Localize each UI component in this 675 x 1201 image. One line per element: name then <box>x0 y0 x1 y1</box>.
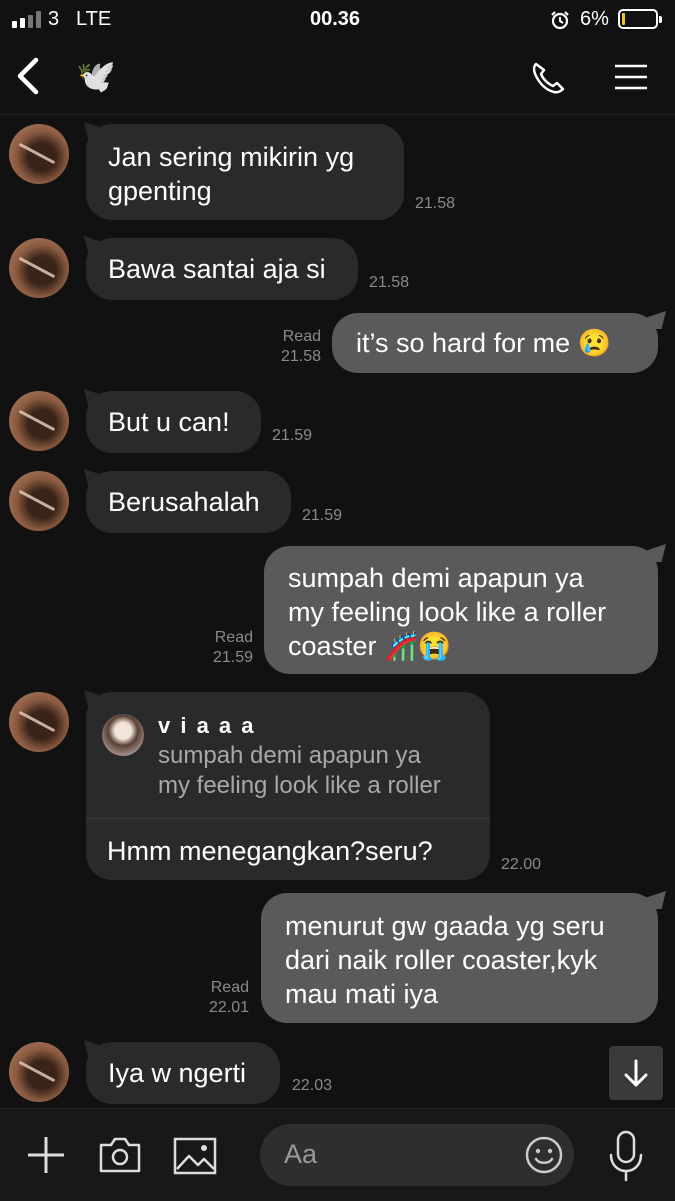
message-text: Bawa santai aja si <box>108 254 326 284</box>
message-time: 22.00 <box>501 856 542 873</box>
read-receipt: Read 21.59 <box>212 629 253 666</box>
battery-percent: 6% <box>580 8 609 30</box>
network-label: LTE <box>76 8 112 30</box>
menu-button[interactable] <box>614 62 648 92</box>
chevron-left-icon <box>17 57 39 95</box>
contact-avatar[interactable] <box>9 471 69 531</box>
contact-avatar[interactable] <box>9 391 69 451</box>
microphone-icon <box>609 1130 643 1182</box>
message-bubble-outgoing[interactable]: menurut gw gaada yg seru dari naik rolle… <box>261 893 658 1023</box>
call-button[interactable] <box>528 58 568 98</box>
voice-button[interactable] <box>606 1129 646 1183</box>
battery-icon <box>618 9 662 29</box>
phone-icon <box>532 62 565 94</box>
reply-quote: sumpah demi apapun ya my feeling look li… <box>158 742 441 799</box>
alarm-icon <box>550 10 570 35</box>
message-bubble-outgoing[interactable]: it’s so hard for me 😢 <box>332 313 658 373</box>
emoji-button[interactable] <box>524 1135 564 1175</box>
contact-avatar[interactable] <box>9 1042 69 1102</box>
message-text: But u can! <box>108 407 230 437</box>
hamburger-icon <box>615 64 647 90</box>
message-text: dari naik roller coaster,kyk <box>285 945 598 975</box>
contact-avatar[interactable] <box>9 124 69 184</box>
arrow-down-icon <box>624 1059 648 1087</box>
contact-avatar[interactable] <box>9 692 69 752</box>
back-button[interactable] <box>10 54 46 98</box>
message-time: 21.58 <box>415 195 456 212</box>
input-placeholder: Aa <box>284 1139 318 1169</box>
message-bubble-incoming[interactable]: Berusahalah <box>86 471 291 533</box>
message-text: Berusahalah <box>108 487 260 517</box>
message-time: 21.59 <box>272 427 313 444</box>
message-bubble-incoming[interactable]: Bawa santai aja si <box>86 238 358 300</box>
message-time: 22.03 <box>292 1077 333 1094</box>
reply-sender-name: v i a a a <box>158 713 256 738</box>
gallery-button[interactable] <box>173 1137 217 1175</box>
composer-bar: Aa <box>0 1108 675 1201</box>
message-bubble-incoming[interactable]: But u can! <box>86 391 261 453</box>
message-text: gpenting <box>108 176 212 206</box>
status-bar: 3 LTE 00.36 6% <box>0 0 675 40</box>
message-text: mau mati iya <box>285 979 439 1009</box>
plus-icon <box>28 1137 64 1173</box>
read-receipt: Read 21.58 <box>280 328 321 365</box>
chat-header: 🕊️ <box>0 40 675 115</box>
add-button[interactable] <box>24 1133 68 1177</box>
scroll-to-bottom-button[interactable] <box>609 1046 663 1100</box>
message-text: menurut gw gaada yg seru <box>285 911 605 941</box>
image-icon <box>173 1137 217 1175</box>
clock: 00.36 <box>310 8 361 30</box>
camera-button[interactable] <box>98 1135 142 1175</box>
message-text: my feeling look like a roller <box>288 597 607 627</box>
camera-icon <box>99 1137 141 1173</box>
message-bubble-outgoing[interactable]: sumpah demi apapun ya my feeling look li… <box>264 546 658 674</box>
message-text: Hmm menegangkan?seru? <box>107 836 433 866</box>
message-text: sumpah demi apapun ya <box>288 563 584 593</box>
signal-icon <box>12 10 44 28</box>
contact-avatar[interactable] <box>9 238 69 298</box>
reply-avatar <box>102 714 144 756</box>
read-receipt: Read 22.01 <box>208 979 249 1016</box>
message-text: Jan sering mikirin yg <box>108 142 355 172</box>
carrier-label: 3 <box>48 8 60 30</box>
message-bubble-reply[interactable]: v i a a a sumpah demi apapun ya my feeli… <box>86 692 490 880</box>
message-bubble-incoming[interactable]: Iya w ngerti <box>86 1042 280 1104</box>
message-input[interactable]: Aa <box>260 1124 574 1186</box>
message-text: it’s so hard for me 😢 <box>356 328 612 358</box>
message-bubble-incoming[interactable]: Jan sering mikirin yg gpenting <box>86 124 404 220</box>
smiley-icon <box>525 1136 563 1174</box>
message-text: coaster 🎢😭 <box>288 631 452 661</box>
message-time: 21.58 <box>369 274 410 291</box>
message-text: Iya w ngerti <box>108 1058 247 1088</box>
message-time: 21.59 <box>302 507 343 524</box>
divider <box>86 818 490 819</box>
contact-name-emoji[interactable]: 🕊️ <box>76 56 116 96</box>
